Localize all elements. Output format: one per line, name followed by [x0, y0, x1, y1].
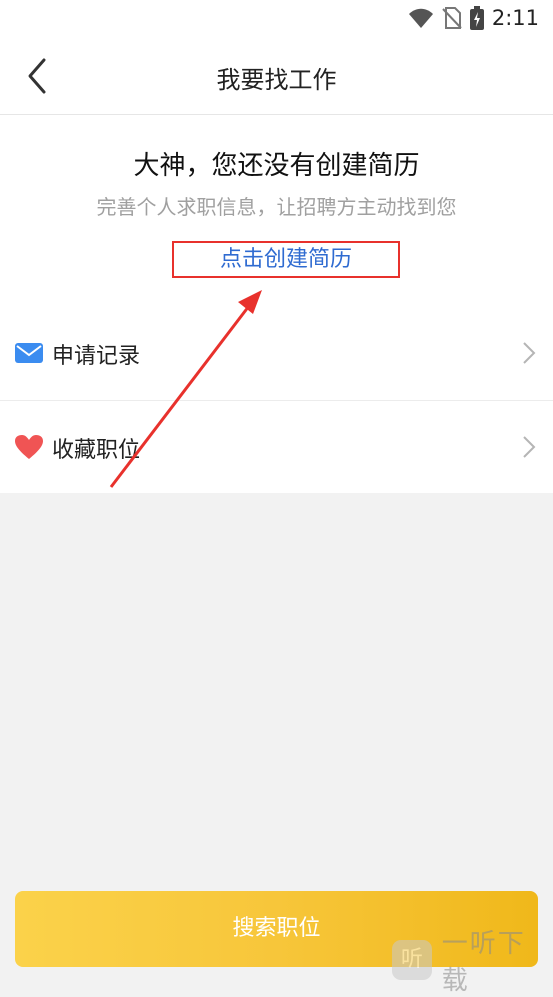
status-time: 2:11 [491, 6, 539, 30]
menu-list: 申请记录 收藏职位 [0, 307, 553, 493]
no-sim-icon [442, 7, 462, 29]
list-item-label: 收藏职位 [52, 438, 141, 463]
resume-headline: 大神，您还没有创建简历 [133, 151, 420, 181]
list-item-application-records[interactable]: 申请记录 [0, 307, 553, 401]
resume-prompt-section: 大神，您还没有创建简历 完善个人求职信息，让招聘方主动找到您 点击创建简历 [0, 115, 553, 307]
navigation-bar: 我要找工作 [0, 38, 553, 115]
resume-subtitle: 完善个人求职信息，让招聘方主动找到您 [96, 195, 457, 219]
page-title: 我要找工作 [216, 66, 337, 94]
status-icons: 2:11 [408, 6, 539, 30]
chevron-right-icon [523, 342, 536, 364]
watermark: 听 一听下载 [392, 929, 553, 996]
heart-icon [15, 435, 43, 459]
list-item-label: 申请记录 [52, 344, 141, 369]
status-bar: 2:11 [0, 0, 553, 38]
watermark-logo: 听 [392, 940, 432, 980]
wifi-icon [408, 8, 433, 28]
mail-icon [15, 343, 43, 363]
battery-charging-icon [469, 6, 484, 30]
create-resume-link[interactable]: 点击创建简历 [172, 241, 400, 278]
chevron-right-icon [523, 436, 536, 458]
watermark-text: 一听下载 [441, 929, 526, 996]
list-item-saved-jobs[interactable]: 收藏职位 [0, 401, 553, 493]
